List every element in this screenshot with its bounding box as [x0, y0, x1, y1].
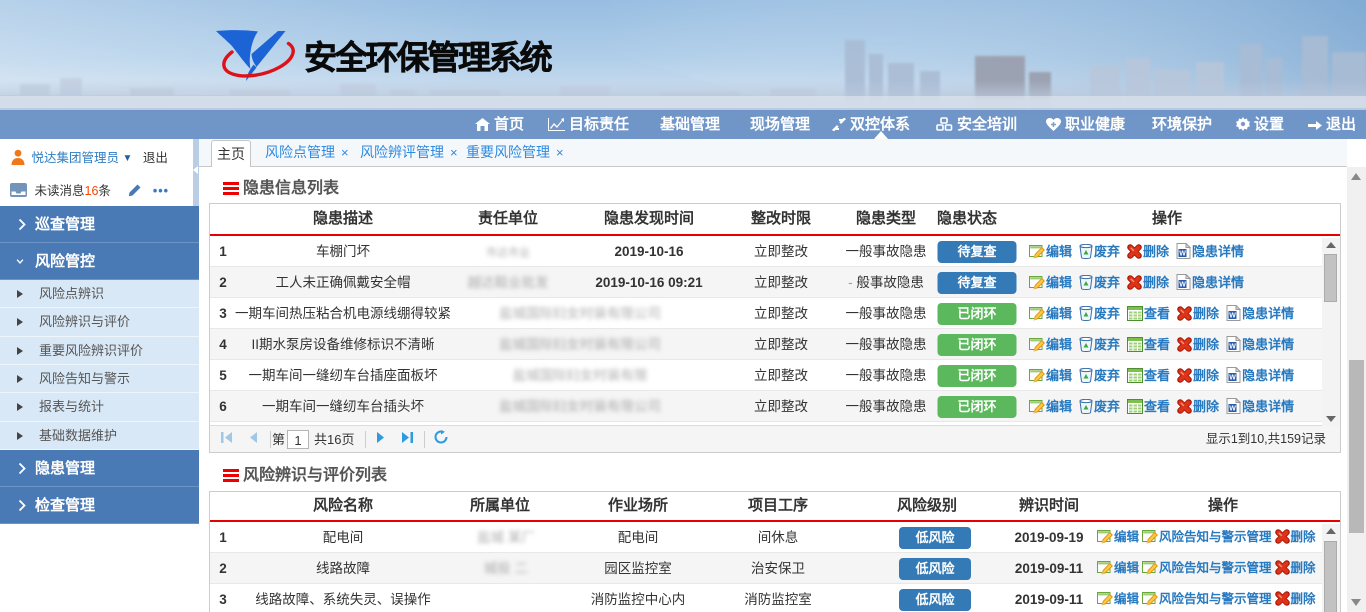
svg-text:W: W [1229, 344, 1236, 351]
svg-text:W: W [1229, 406, 1236, 413]
svg-text:W: W [1179, 282, 1186, 289]
svg-text:W: W [1179, 251, 1186, 258]
svg-text:W: W [1229, 375, 1236, 382]
svg-text:W: W [1229, 313, 1236, 320]
